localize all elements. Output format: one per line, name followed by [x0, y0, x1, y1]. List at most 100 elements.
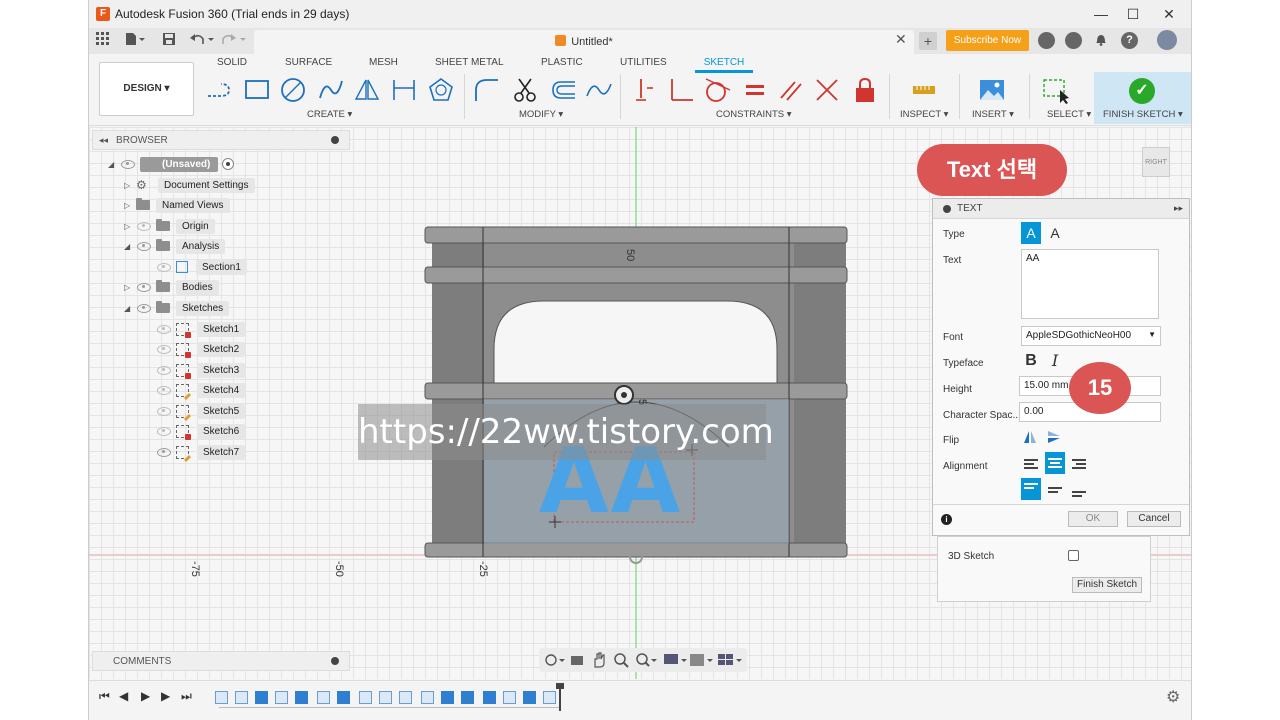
dimension-tool-icon[interactable]: [390, 76, 418, 104]
redo-icon[interactable]: [221, 32, 247, 50]
visibility-eye-icon[interactable]: [156, 324, 172, 334]
perpendicular-constraint-icon[interactable]: [667, 76, 695, 104]
tree-item-section1[interactable]: Section1: [156, 258, 247, 276]
timeline-feature[interactable]: [399, 691, 412, 704]
pan-hand-icon[interactable]: [591, 651, 607, 669]
play-icon[interactable]: ▶: [141, 689, 150, 703]
comments-panel[interactable]: COMMENTS: [92, 651, 350, 671]
timeline-feature[interactable]: [255, 691, 268, 704]
measure-tool-icon[interactable]: [910, 76, 938, 104]
tree-item-sketch4[interactable]: Sketch4: [156, 381, 246, 399]
tree-item-sketch2[interactable]: Sketch2: [156, 340, 246, 358]
tree-item-bodies[interactable]: ▷ Bodies: [124, 278, 219, 296]
timeline-feature[interactable]: [483, 691, 496, 704]
save-icon[interactable]: [161, 32, 177, 50]
zoom-window-icon[interactable]: [635, 652, 657, 668]
finish-sketch-check-icon[interactable]: ✓: [1129, 78, 1155, 104]
tree-item-named-views[interactable]: ▷ Named Views: [124, 196, 230, 214]
flip-horizontal-icon[interactable]: [1023, 430, 1037, 444]
select-tool-icon[interactable]: [1042, 76, 1070, 104]
grid-snaps-icon[interactable]: [689, 652, 713, 668]
collapse-panel-icon[interactable]: ◂◂: [99, 135, 108, 146]
rectangle-tool-icon[interactable]: [243, 76, 271, 104]
document-tab[interactable]: Untitled*: [254, 30, 914, 54]
timeline-feature[interactable]: [235, 691, 248, 704]
spline-tool-icon[interactable]: [317, 76, 345, 104]
flip-vertical-icon[interactable]: [1047, 430, 1061, 444]
timeline-feature[interactable]: [543, 691, 556, 704]
visibility-eye-icon[interactable]: [120, 159, 136, 169]
visibility-eye-icon[interactable]: [156, 426, 172, 436]
3d-sketch-checkbox[interactable]: [1068, 550, 1079, 561]
timeline-feature[interactable]: [441, 691, 454, 704]
fix-constraint-icon[interactable]: [633, 76, 661, 104]
notifications-bell-icon[interactable]: [1093, 32, 1109, 50]
select-menu[interactable]: SELECT ▾: [1047, 109, 1091, 120]
tree-item-sketch6[interactable]: Sketch6: [156, 422, 246, 440]
ok-button[interactable]: OK: [1068, 511, 1118, 527]
tab-surface[interactable]: SURFACE: [285, 57, 332, 68]
tree-item-sketch3[interactable]: Sketch3: [156, 361, 246, 379]
tab-plastic[interactable]: PLASTIC: [541, 57, 583, 68]
viewport-canvas[interactable]: AA 50 5 -75 -50 -25 ◂◂ BROWSER ◢ (Unsave…: [89, 127, 1191, 679]
insert-menu[interactable]: INSERT ▾: [972, 109, 1014, 120]
visibility-eye-icon[interactable]: [156, 365, 172, 375]
timeline-feature[interactable]: [215, 691, 228, 704]
polygon-tool-icon[interactable]: [427, 76, 455, 104]
visibility-eye-icon[interactable]: [156, 385, 172, 395]
viewports-icon[interactable]: [717, 652, 743, 668]
maximize-button[interactable]: ☐: [1115, 2, 1151, 26]
equal-constraint-icon[interactable]: [741, 76, 769, 104]
collapse-arrow-icon[interactable]: ◢: [124, 304, 136, 313]
display-settings-icon[interactable]: [663, 652, 687, 668]
close-window-button[interactable]: ✕: [1151, 2, 1187, 26]
visibility-eye-icon[interactable]: [136, 221, 152, 231]
collapse-dialog-icon[interactable]: [943, 204, 951, 213]
activate-radio-icon[interactable]: [222, 158, 235, 170]
line-tool-icon[interactable]: [205, 76, 233, 104]
expand-arrow-icon[interactable]: ▷: [124, 201, 136, 210]
info-icon[interactable]: i: [941, 514, 952, 525]
align-middle-icon[interactable]: [1045, 480, 1065, 500]
tangent-constraint-icon[interactable]: [703, 76, 731, 104]
tab-utilities[interactable]: UTILITIES: [620, 57, 667, 68]
view-cube[interactable]: RIGHT: [1142, 147, 1170, 177]
tab-mesh[interactable]: MESH: [369, 57, 398, 68]
timeline-feature[interactable]: [295, 691, 308, 704]
visibility-eye-icon[interactable]: [136, 241, 152, 251]
file-menu-icon[interactable]: [123, 32, 147, 50]
timeline-marker-handle[interactable]: [556, 683, 564, 689]
tree-item-origin[interactable]: ▷ Origin: [124, 217, 215, 235]
circle-tool-icon[interactable]: [279, 76, 307, 104]
collapse-arrow-icon[interactable]: ◢: [124, 242, 136, 251]
timeline-settings-gear-icon[interactable]: ⚙: [1166, 687, 1180, 707]
finish-sketch-button[interactable]: Finish Sketch: [1072, 577, 1142, 593]
help-icon[interactable]: ?: [1121, 32, 1138, 49]
visibility-eye-icon[interactable]: [136, 282, 152, 292]
finish-sketch-menu[interactable]: FINISH SKETCH ▾: [1103, 109, 1183, 120]
user-avatar[interactable]: [1157, 30, 1177, 50]
inspect-menu[interactable]: INSPECT ▾: [900, 109, 948, 120]
tab-sketch[interactable]: SKETCH: [695, 57, 753, 73]
visibility-eye-icon[interactable]: [136, 303, 152, 313]
app-grid-icon[interactable]: [95, 32, 111, 50]
text-type-regular-icon[interactable]: A: [1021, 222, 1041, 244]
sketch-scale-tool-icon[interactable]: [585, 76, 613, 104]
undo-icon[interactable]: [189, 32, 215, 50]
tree-item-document-settings[interactable]: ▷ ⚙ Document Settings: [124, 176, 255, 194]
align-top-icon[interactable]: [1021, 478, 1041, 500]
create-menu[interactable]: CREATE ▾: [307, 109, 352, 120]
timeline-feature[interactable]: [379, 691, 392, 704]
bold-toggle[interactable]: B: [1021, 350, 1041, 372]
align-left-icon[interactable]: [1021, 454, 1041, 474]
visibility-eye-icon[interactable]: [156, 406, 172, 416]
align-center-icon[interactable]: [1045, 452, 1065, 474]
expand-arrow-icon[interactable]: ▷: [124, 283, 136, 292]
tab-solid[interactable]: SOLID: [217, 57, 247, 68]
tree-item-sketch5[interactable]: Sketch5: [156, 402, 246, 420]
timeline-feature[interactable]: [317, 691, 330, 704]
timeline-feature[interactable]: [421, 691, 434, 704]
fillet-tool-icon[interactable]: [473, 76, 501, 104]
font-select[interactable]: AppleSDGothicNeoH00 ▼: [1021, 326, 1161, 346]
timeline-feature[interactable]: [337, 691, 350, 704]
